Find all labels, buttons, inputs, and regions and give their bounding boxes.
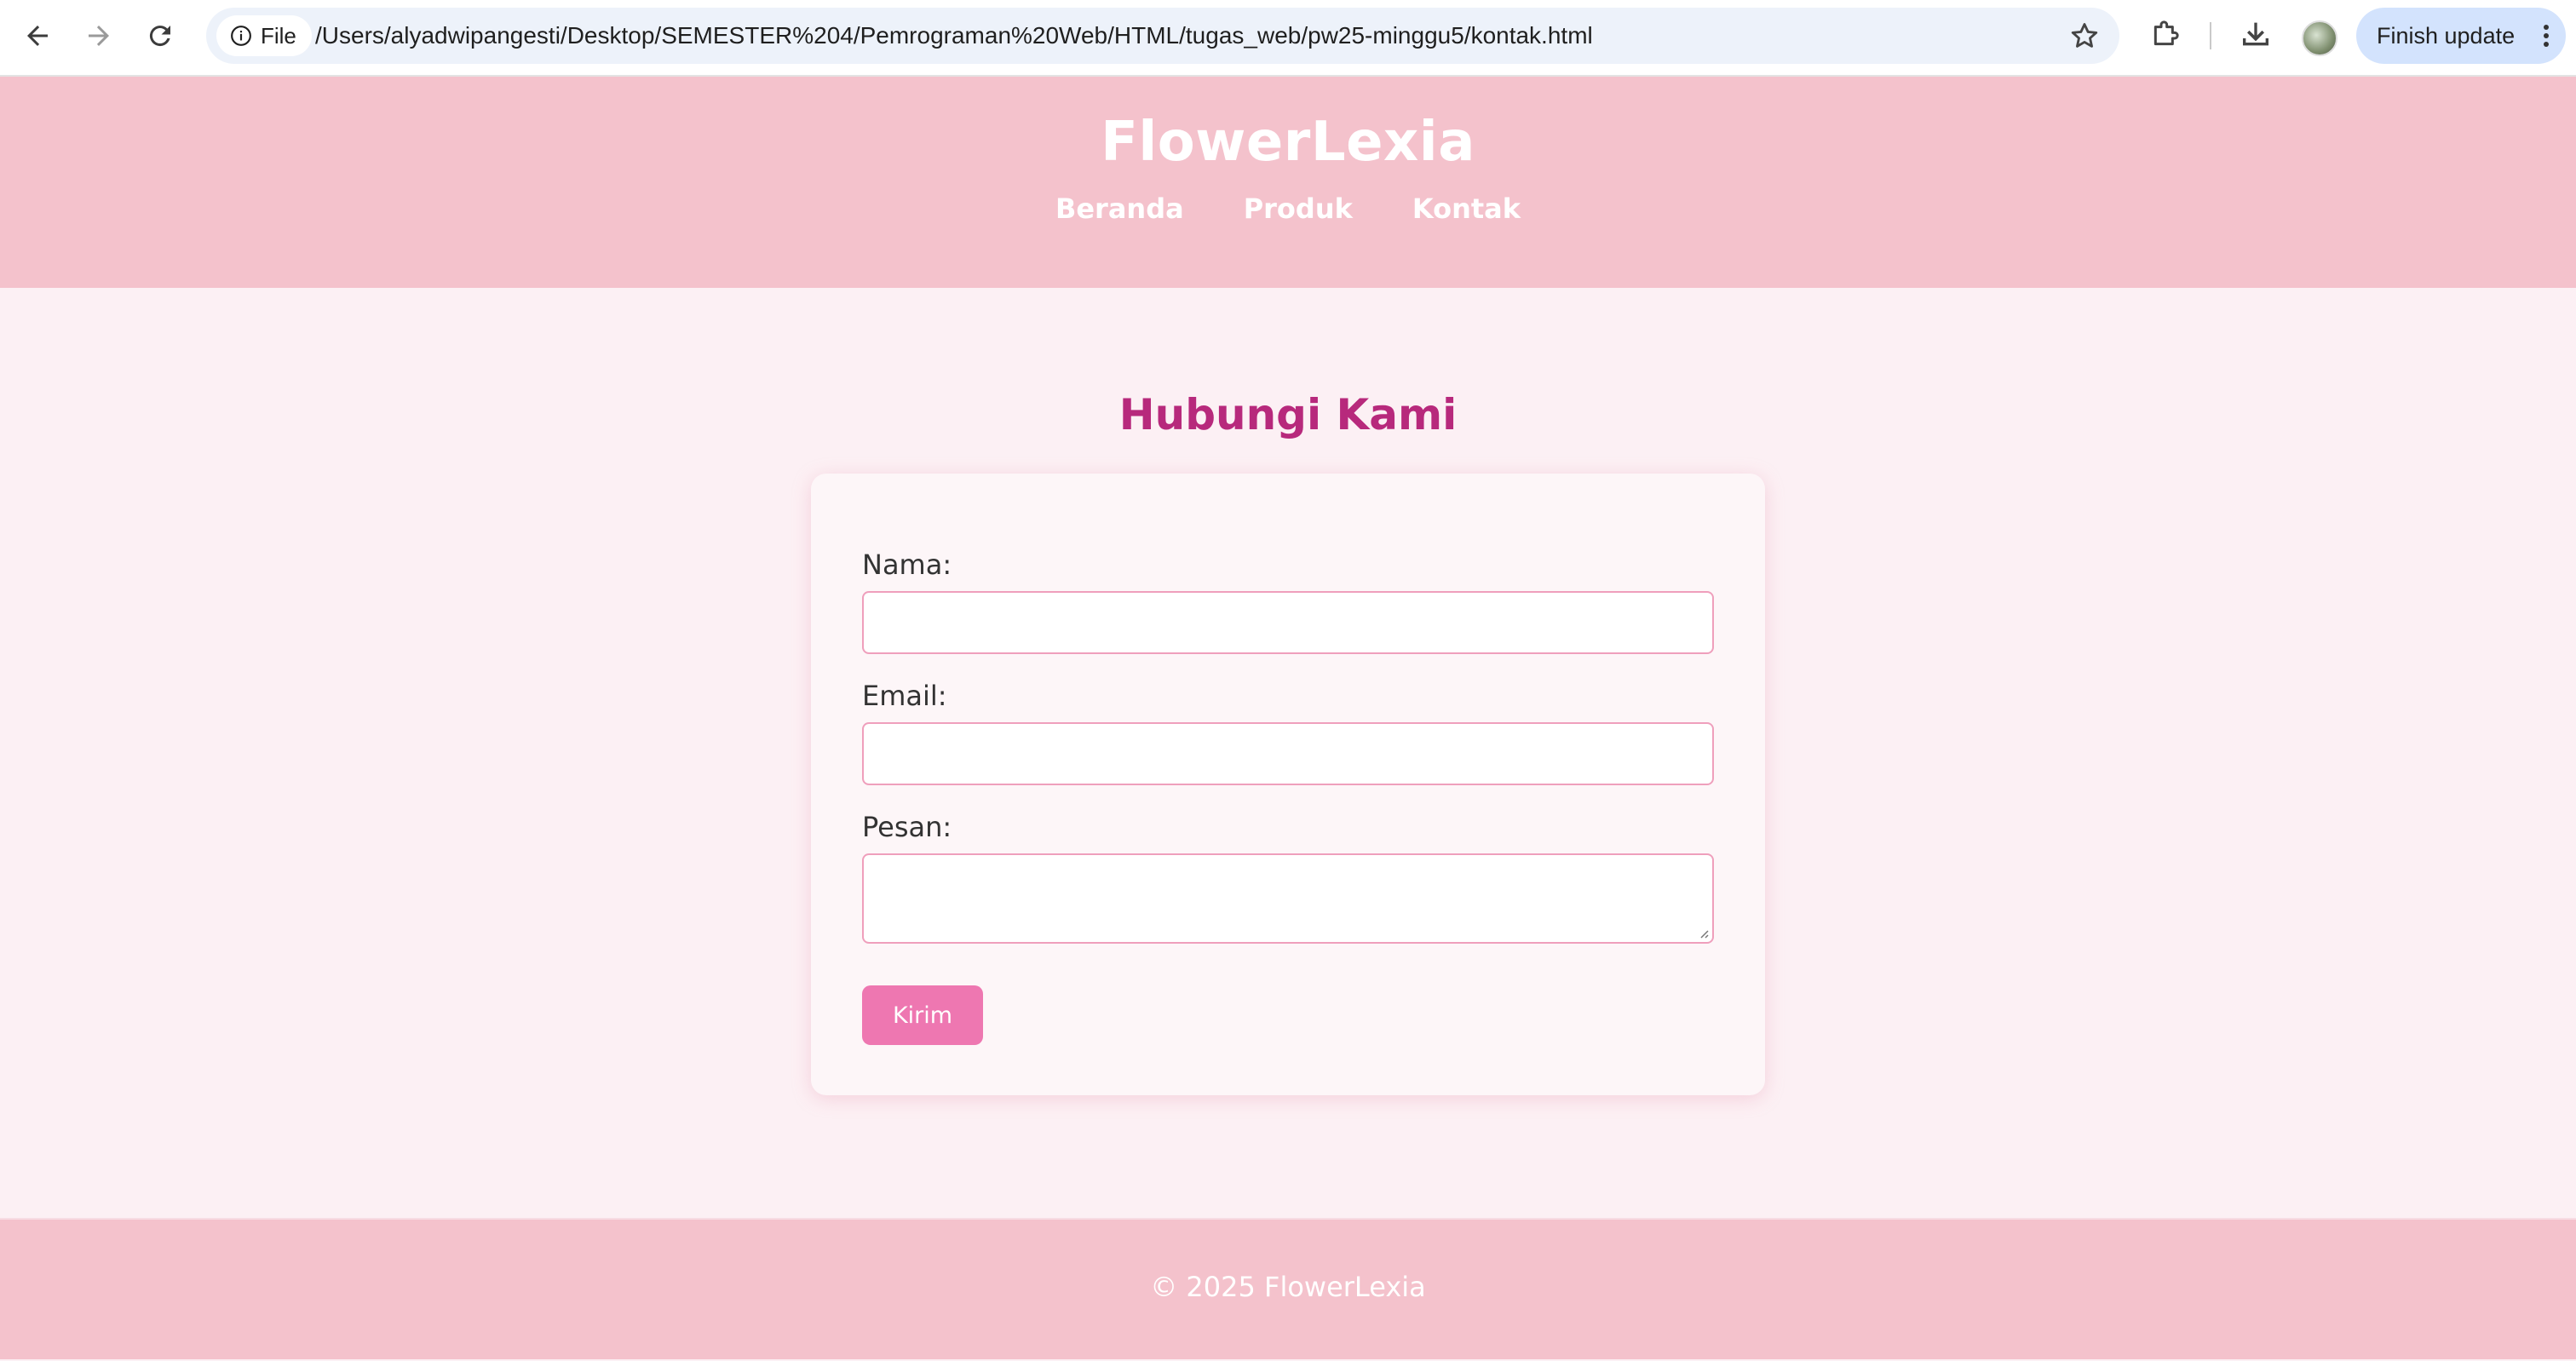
nav-link-kontak[interactable]: Kontak: [1412, 192, 1521, 225]
name-input[interactable]: [862, 591, 1714, 654]
name-label: Nama:: [862, 548, 952, 581]
bookmark-button[interactable]: [2068, 20, 2101, 52]
main-nav: Beranda Produk Kontak: [0, 192, 2576, 225]
submit-button[interactable]: Kirim: [862, 985, 983, 1045]
reload-icon: [149, 26, 170, 47]
site-footer: © 2025 FlowerLexia: [0, 1218, 2576, 1359]
profile-avatar[interactable]: [2302, 20, 2337, 56]
footer-copyright: © 2025 FlowerLexia: [1150, 1271, 1426, 1303]
nav-link-produk[interactable]: Produk: [1244, 192, 1353, 225]
extensions-button[interactable]: [2148, 17, 2186, 55]
star-icon: [2071, 23, 2098, 48]
forward-arrow-icon: [89, 26, 109, 46]
site-chip-label: File: [261, 22, 296, 49]
site-title: FlowerLexia: [1101, 111, 1475, 174]
resize-grip-icon[interactable]: [1697, 927, 1709, 939]
download-icon: [2243, 22, 2268, 46]
extensions-icon: [2153, 20, 2179, 46]
finish-update-button[interactable]: Finish update: [2356, 8, 2566, 64]
email-label: Email:: [862, 680, 947, 712]
message-label: Pesan:: [862, 811, 952, 843]
nav-link-beranda[interactable]: Beranda: [1055, 192, 1184, 225]
toolbar-divider: [2210, 22, 2211, 49]
browser-toolbar: File /Users/alyadwipangesti/Desktop/SEME…: [0, 0, 2576, 77]
reload-button[interactable]: [140, 15, 181, 56]
forward-button[interactable]: [78, 15, 119, 56]
more-vert-icon: [2544, 25, 2549, 47]
back-button[interactable]: [17, 15, 58, 56]
contact-form: Nama: Email: Pesan: Kirim: [811, 474, 1765, 1095]
email-input[interactable]: [862, 722, 1714, 785]
message-textarea[interactable]: [862, 853, 1714, 944]
url-text[interactable]: /Users/alyadwipangesti/Desktop/SEMESTER%…: [315, 8, 1593, 64]
finish-update-label: Finish update: [2377, 22, 2516, 49]
info-icon: [231, 26, 251, 46]
site-header: FlowerLexia Beranda Produk Kontak: [0, 77, 2576, 288]
downloads-button[interactable]: [2239, 17, 2276, 55]
address-bar[interactable]: File /Users/alyadwipangesti/Desktop/SEME…: [206, 8, 2119, 64]
site-info-chip[interactable]: File: [216, 15, 312, 56]
back-arrow-icon: [27, 26, 48, 46]
page-title: Hubungi Kami: [1118, 390, 1458, 439]
